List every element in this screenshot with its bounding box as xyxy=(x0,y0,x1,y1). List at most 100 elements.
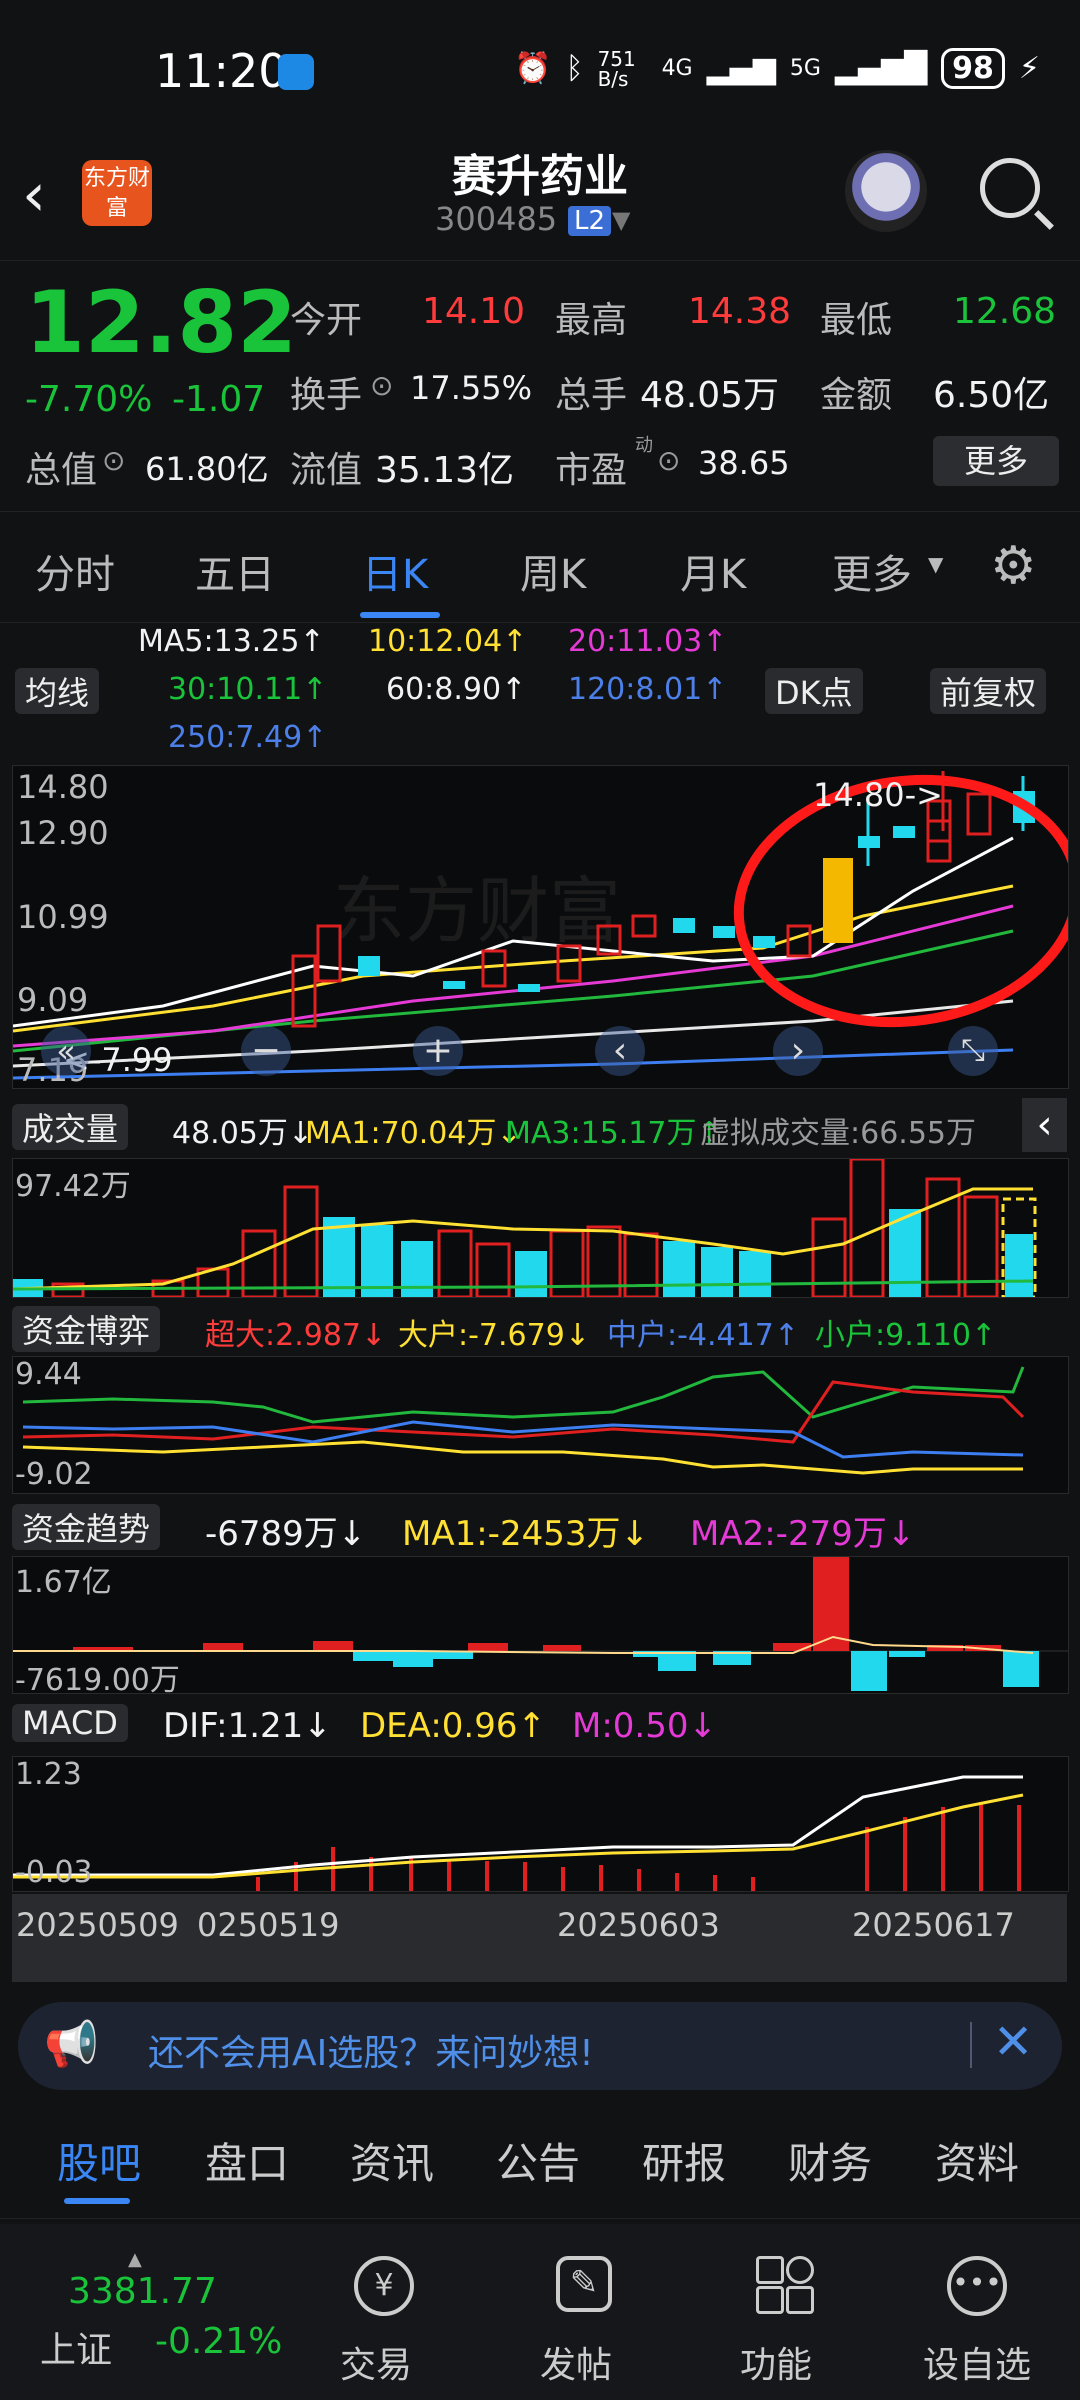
period-tabs: 分时 五日 日K 周K 月K 更多 ▼ ⚙ xyxy=(0,512,1080,623)
caret-down-icon[interactable]: ▼ xyxy=(928,552,943,576)
battery-icon: 98 xyxy=(941,48,1005,89)
small-flow-line xyxy=(22,1366,1025,1424)
zoom-in-icon[interactable]: + xyxy=(413,1026,463,1076)
amount-label: 金额 xyxy=(820,375,893,416)
funds-trend-header: 资金趋势 -6789万↓ MA1:-2453万↓ MA2:-279万↓ xyxy=(0,1498,1080,1554)
nav-functions[interactable]: 功能 xyxy=(730,2236,840,2386)
volume-chart[interactable]: 97.42万 xyxy=(12,1158,1069,1298)
ma5-value: MA5:13.25↑ xyxy=(138,624,325,659)
y-label: 9.44 xyxy=(15,1357,82,1392)
candle xyxy=(858,836,880,848)
y-label: -7619.00万 xyxy=(15,1663,180,1698)
signal-bars-icon: ▂▄▆ xyxy=(706,51,776,86)
trend-value: -6789万↓ xyxy=(205,1514,367,1554)
turnover-value: 17.55% xyxy=(410,369,533,407)
funds-game-chart[interactable]: 9.44 -9.02 xyxy=(12,1356,1069,1494)
super-large-flow: 超大:2.987↓ xyxy=(205,1318,387,1353)
more-button[interactable]: 更多 xyxy=(933,436,1059,486)
scroll-right-icon[interactable]: › xyxy=(773,1026,823,1076)
tab-weekly-k[interactable]: 周K xyxy=(520,542,586,600)
open-value: 14.10 xyxy=(422,291,526,332)
trend-ma1: MA1:-2453万↓ xyxy=(402,1514,649,1554)
gear-icon[interactable]: ⚙ xyxy=(990,536,1037,596)
macd-chart[interactable]: 1.23 -0.03 xyxy=(12,1756,1069,1892)
edit-icon: ✎ xyxy=(556,2256,612,2312)
chevron-down-icon[interactable]: ▼ xyxy=(612,206,630,234)
tab-research[interactable]: 研报 xyxy=(642,2130,726,2191)
float-value: 35.13亿 xyxy=(375,450,515,491)
tab-news[interactable]: 资讯 xyxy=(350,2130,434,2191)
grid-icon xyxy=(756,2256,814,2314)
tab-five-day[interactable]: 五日 xyxy=(195,542,275,600)
scroll-left-icon[interactable]: ‹ xyxy=(595,1026,645,1076)
nav-watchlist-label: 设自选 xyxy=(923,2345,1032,2386)
tab-more[interactable]: 更多 xyxy=(832,542,912,600)
large-flow-line xyxy=(22,1440,1023,1475)
ai-banner[interactable]: 📢 还不会用AI选股？来问妙想! ✕ xyxy=(18,2002,1062,2090)
scroll-left-fast-icon[interactable]: « xyxy=(41,1026,91,1076)
robot-assistant-icon[interactable] xyxy=(845,150,927,232)
dea-line xyxy=(13,1793,1024,1879)
candle xyxy=(481,949,507,988)
tab-finance[interactable]: 财务 xyxy=(788,2130,872,2191)
dk-point-button[interactable]: DK点 xyxy=(765,668,863,714)
funds-indicator-select[interactable]: 资金博弈 xyxy=(12,1306,161,1352)
fullscreen-icon[interactable]: ⤡ xyxy=(948,1026,998,1076)
weather-icon xyxy=(278,54,314,90)
ma-toggle-button[interactable]: 均线 xyxy=(15,668,100,714)
date-label: 20250509 xyxy=(16,1906,179,1944)
info-icon[interactable]: ⊙ xyxy=(102,444,125,477)
tab-announcements[interactable]: 公告 xyxy=(496,2130,580,2191)
close-icon[interactable]: ✕ xyxy=(993,2014,1033,2070)
mktcap-value: 61.80亿 xyxy=(145,450,269,488)
adjust-button[interactable]: 前复权 xyxy=(930,668,1047,714)
dif-line xyxy=(13,1775,1023,1877)
level2-badge[interactable]: L2 xyxy=(568,206,612,236)
candle xyxy=(893,826,915,838)
net-speed: 751 B/s xyxy=(597,46,636,91)
candle-limit-up xyxy=(823,858,853,943)
ma10-value: 10:12.04↑ xyxy=(368,624,528,659)
macd-dea: DEA:0.96↑ xyxy=(360,1706,546,1746)
funds-trend-chart[interactable]: 1.67亿 -7619.00万 xyxy=(12,1556,1069,1698)
kline-chart[interactable]: 东方财富 14.80 12.90 10.99 9.09 7.19 14.80->… xyxy=(12,765,1069,1089)
nav-trade-label: 交易 xyxy=(340,2345,413,2386)
banner-text[interactable]: 还不会用AI选股？来问妙想! xyxy=(148,2024,594,2076)
macd-header: MACD DIF:1.21↓ DEA:0.96↑ M:0.50↓ xyxy=(0,1698,1080,1752)
more-dots-icon: ••• xyxy=(947,2256,1007,2316)
tab-orderbook[interactable]: 盘口 xyxy=(205,2130,289,2191)
tab-monthly-k[interactable]: 月K xyxy=(680,542,746,600)
volume-label: 总手 xyxy=(555,375,628,416)
nav-watchlist[interactable]: ••• 设自选 xyxy=(915,2236,1045,2386)
funds-game-header: 资金博弈 超大:2.987↓ 大户:-7.679↓ 中户:-4.417↑ 小户:… xyxy=(0,1300,1080,1354)
macd-indicator-select[interactable]: MACD xyxy=(12,1704,128,1742)
y-label: -0.03 xyxy=(15,1855,93,1890)
search-icon[interactable] xyxy=(980,158,1040,218)
info-icon[interactable]: ⊙ xyxy=(657,444,680,477)
volume-ma3: MA3:15.17万↑ xyxy=(505,1116,722,1151)
virtual-volume: 虚拟成交量:66.55万 xyxy=(700,1116,976,1151)
trend-indicator-select[interactable]: 资金趋势 xyxy=(12,1504,161,1550)
y-label: 12.90 xyxy=(17,814,109,852)
info-icon[interactable]: ⊙ xyxy=(370,369,393,402)
candle xyxy=(673,918,695,933)
tab-daily-k[interactable]: 日K xyxy=(362,542,428,600)
ma60-value: 60:8.90↑ xyxy=(386,672,527,707)
tab-intraday[interactable]: 分时 xyxy=(35,542,115,600)
bottom-nav: ▲ 3381.77 上证 -0.21% ¥ 交易 ✎ 发帖 功能 ••• 设自选 xyxy=(0,2224,1080,2400)
index-value: 3381.77 xyxy=(68,2271,217,2312)
candle xyxy=(926,819,952,843)
volume-indicator-select[interactable]: 成交量 xyxy=(12,1104,129,1150)
date-label: 20250617 xyxy=(852,1906,1015,1944)
nav-post[interactable]: ✎ 发帖 xyxy=(530,2236,640,2386)
tab-profile[interactable]: 资料 xyxy=(935,2130,1019,2191)
index-ticker[interactable]: ▲ 3381.77 上证 -0.21% xyxy=(40,2249,282,2371)
super-large-line xyxy=(22,1380,1025,1444)
macd-m: M:0.50↓ xyxy=(572,1706,717,1746)
date-label: 0250519 xyxy=(197,1906,340,1944)
zoom-out-icon[interactable]: − xyxy=(241,1026,291,1076)
tab-forum[interactable]: 股吧 xyxy=(57,2130,141,2191)
signal-4g: 4G xyxy=(661,56,693,81)
collapse-panel-icon[interactable]: ‹ xyxy=(1022,1098,1067,1152)
nav-trade[interactable]: ¥ 交易 xyxy=(330,2236,440,2386)
